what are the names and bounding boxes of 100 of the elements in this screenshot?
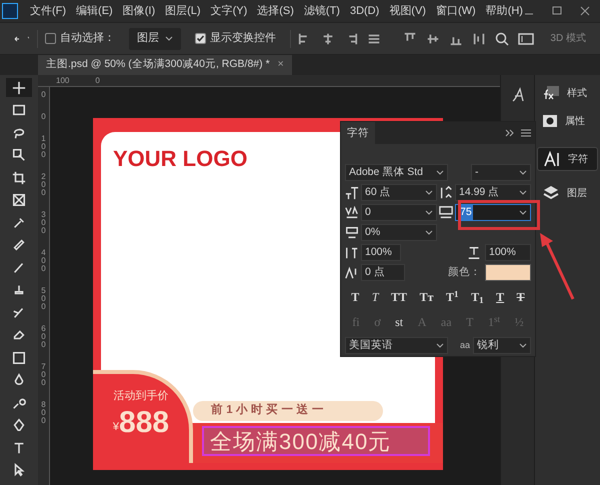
font-family-dropdown[interactable]: Adobe 黑体 Std [345,164,448,181]
drop-icon[interactable] [12,373,26,387]
kerning-icon [345,206,359,220]
align-icon[interactable] [321,32,336,46]
text-style-button[interactable]: T$_{1}$ [471,288,484,306]
menu-icon[interactable] [521,129,531,137]
auto-select-label: 自动选择： [60,31,116,46]
vertical-scale-icon [345,246,359,260]
menu-item[interactable]: 文件(F) [30,2,66,20]
ruler-label: 100 [41,135,46,159]
crop-icon[interactable] [12,170,26,184]
ruler-label: 600 [41,325,46,349]
character-icon [544,151,560,167]
bandage-icon[interactable] [12,238,26,252]
value-dropdown[interactable]: 75 [455,204,531,221]
panel-tab[interactable]: 图层 [537,181,598,205]
annotation-arrow-drawing [537,233,577,301]
antialias-label: aa [460,338,470,352]
text-style-button[interactable]: T [372,288,378,306]
language-dropdown[interactable]: 美国英语 [345,337,448,354]
baseline-shift-icon [345,266,359,280]
stamp-icon[interactable] [12,283,26,297]
color-swatch[interactable] [485,264,531,281]
align-icon[interactable] [426,32,440,46]
text-selection[interactable]: 全场满300减40元 [202,426,430,456]
align-icon[interactable] [472,32,486,46]
frame-icon[interactable] [12,193,26,207]
ruler-label: 200 [41,173,46,197]
leading-icon [439,186,453,200]
menu-item[interactable]: 文字(Y) [210,2,248,20]
menu-item[interactable]: 窗口(W) [436,2,476,20]
eyedropper-icon[interactable] [12,216,26,230]
panel-tab[interactable]: 字符 [537,147,598,171]
menu-item[interactable]: 选择(S) [257,2,294,20]
frame-icon[interactable] [518,32,534,46]
menu-item[interactable]: 帮助(H) [486,2,523,20]
ruler-label: 700 [41,363,46,387]
text-style-button[interactable]: Tт [420,288,434,306]
auto-select-checkbox[interactable] [45,33,56,44]
eraser-icon[interactable] [12,328,26,342]
menu-item[interactable]: 滤镜(T) [304,2,340,20]
selection-icon[interactable] [12,148,26,162]
ruler-label: 100 [56,75,70,86]
properties-icon [543,115,557,127]
opentype-button[interactable]: st [395,313,404,331]
text-style-button[interactable]: T$^{1}$ [446,288,459,306]
show-transform-checkbox[interactable] [195,33,206,44]
layer-dropdown[interactable]: 图层 [129,28,182,50]
arrow-select-icon[interactable] [12,463,26,477]
history-brush-icon[interactable] [12,306,26,320]
close-icon[interactable] [580,6,590,16]
tsume-icon [345,226,359,240]
value-dropdown[interactable]: 60 点 [361,184,437,201]
antialias-dropdown[interactable]: 锐利 [473,337,531,354]
text-style-button[interactable]: T [496,288,504,306]
ruler-label: 0 [95,75,100,86]
collapse-icon[interactable] [505,129,515,137]
panel-tab[interactable]: 字符 [341,122,375,144]
marquee-icon[interactable] [12,103,26,117]
distribute-icon[interactable] [367,32,382,46]
menu-item[interactable]: 图层(L) [165,2,201,20]
text-style-button[interactable]: TT [391,288,408,306]
horizontal-scale-icon [467,246,481,260]
value-dropdown[interactable]: 0 [361,204,437,221]
app-logo-icon[interactable] [2,3,18,19]
ruler-label: 500 [41,287,46,311]
menu-item[interactable]: 3D(D) [350,2,380,20]
maximize-icon[interactable] [552,6,562,16]
layers-icon [543,185,559,201]
font-size-icon [345,186,359,200]
pen-icon[interactable] [12,418,26,432]
gradient-icon[interactable] [12,350,26,364]
ruler-label: 400 [41,249,46,273]
menu-item[interactable]: 视图(V) [389,2,426,20]
dodge-icon[interactable] [12,396,26,410]
selected-headline-text: 全场满300减40元 [210,428,392,456]
type-tool-icon[interactable] [12,440,26,454]
show-transform-label: 显示变换控件 [210,30,276,46]
menu-item[interactable]: 图像(I) [122,2,156,20]
vertical-scale-field[interactable]: 100% [361,244,401,261]
horizontal-scale-field[interactable]: 100% [485,244,531,261]
panel-tab[interactable]: 样式 [537,81,598,105]
value-dropdown[interactable]: 0% [361,224,437,241]
ruler-label: 300 [41,211,46,235]
value-dropdown[interactable]: 14.99 点 [455,184,531,201]
menu-item[interactable]: 编辑(E) [76,2,113,20]
document-tab[interactable]: 主图.psd @ 50% (全场满300减40元, RGB/8#) * × [38,55,292,75]
brush-icon[interactable] [12,260,26,274]
price-text: 888 [119,404,170,440]
logo-text: YOUR LOGO [113,145,248,173]
font-style-dropdown[interactable]: - [471,164,531,181]
promo-text: 前 1 小 时 买 一 送 一 [211,402,324,418]
tab-close-button[interactable]: × [278,57,284,73]
baseline-shift-field[interactable]: 0 点 [361,264,405,281]
text-style-button[interactable]: T [516,288,525,306]
fx-icon [543,86,559,100]
3d-mode-label: 3D 模式 [550,32,586,46]
panel-tab[interactable]: 属性 [537,109,598,133]
text-style-button[interactable]: T [351,288,360,306]
search-icon[interactable] [495,32,510,46]
